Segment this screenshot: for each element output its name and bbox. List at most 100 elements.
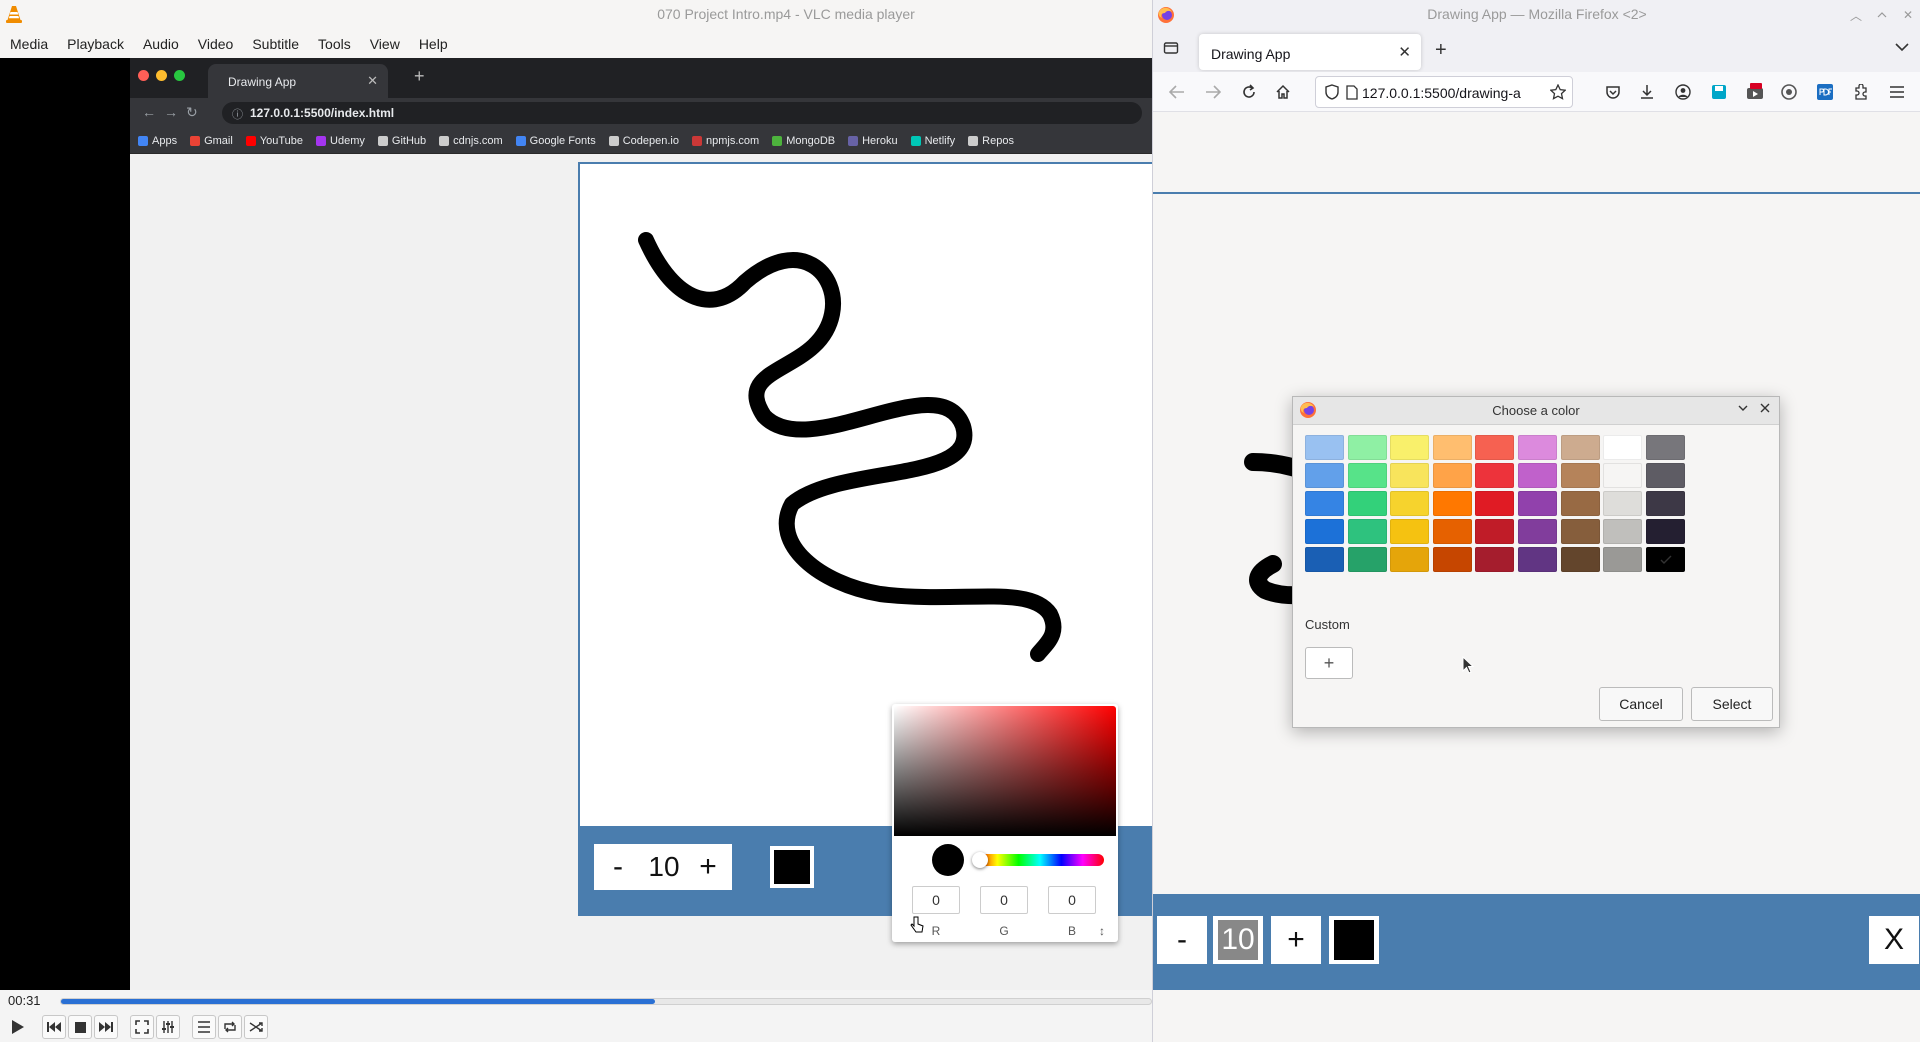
firefox-titlebar[interactable]: Drawing App — Mozilla Firefox <2> ︿ ✕ [1153,0,1920,30]
palette-swatch[interactable] [1560,547,1600,572]
palette-swatch[interactable] [1390,435,1430,460]
url-bar[interactable]: 127.0.0.1:5500/drawing-a [1315,76,1573,108]
palette-swatch[interactable] [1347,547,1387,572]
extensions-puzzle-icon[interactable] [1851,82,1871,102]
palette-swatch[interactable] [1475,491,1515,516]
menu-view[interactable]: View [364,31,406,57]
palette-swatch[interactable] [1603,519,1643,544]
palette-swatch[interactable] [1560,463,1600,488]
palette-swatch[interactable] [1475,463,1515,488]
palette-swatch[interactable] [1347,519,1387,544]
palette-swatch[interactable] [1347,435,1387,460]
palette-swatch[interactable] [1305,491,1344,516]
palette-swatch[interactable] [1603,463,1643,488]
palette-swatch[interactable] [1432,519,1472,544]
extended-settings-button[interactable] [156,1015,180,1039]
firefox-view-icon[interactable] [1163,40,1179,56]
palette-swatch[interactable] [1645,435,1685,460]
seek-slider[interactable] [60,998,1152,1005]
dialog-close-icon[interactable] [1759,402,1771,414]
menu-help[interactable]: Help [413,31,454,57]
select-button[interactable]: Select [1691,687,1773,721]
playlist-button[interactable] [192,1015,216,1039]
save-extension-icon[interactable] [1709,82,1729,102]
palette-swatch[interactable] [1475,519,1515,544]
palette-swatch[interactable] [1560,435,1600,460]
palette-swatch[interactable] [1645,463,1685,488]
vlc-titlebar[interactable] [0,0,1152,30]
palette-swatch[interactable] [1347,463,1387,488]
stop-button[interactable] [68,1015,92,1039]
cancel-button[interactable]: Cancel [1599,687,1683,721]
palette-swatch[interactable] [1603,435,1643,460]
list-all-tabs-icon[interactable] [1895,42,1909,52]
palette-swatch[interactable] [1518,491,1557,516]
palette-swatch[interactable] [1518,463,1557,488]
forward-icon[interactable] [1203,82,1223,102]
reload-icon[interactable] [1239,82,1259,102]
video-extension-icon[interactable] [1745,82,1765,102]
menu-video[interactable]: Video [192,31,240,57]
menu-media[interactable]: Media [4,31,54,57]
pocket-icon[interactable] [1603,82,1623,102]
palette-swatch[interactable] [1305,547,1344,572]
menu-audio[interactable]: Audio [137,31,185,57]
hamburger-menu-icon[interactable] [1887,82,1907,102]
loop-button[interactable] [218,1015,242,1039]
next-button[interactable] [94,1015,118,1039]
add-custom-color-button[interactable]: + [1305,647,1353,679]
palette-swatch[interactable] [1432,491,1472,516]
palette-swatch[interactable] [1475,435,1515,460]
menu-tools[interactable]: Tools [312,31,357,57]
menu-subtitle[interactable]: Subtitle [246,31,305,57]
palette-swatch[interactable] [1603,547,1643,572]
play-button[interactable] [6,1015,30,1039]
previous-button[interactable] [42,1015,66,1039]
privacy-extension-icon[interactable] [1779,82,1799,102]
page-info-icon[interactable] [1342,82,1362,102]
palette-swatch[interactable] [1603,491,1643,516]
account-icon[interactable] [1673,82,1693,102]
increase-size-button[interactable]: + [1271,916,1321,964]
bookmark-star-icon[interactable] [1548,82,1568,102]
dialog-minimize-icon[interactable] [1737,402,1749,414]
window-minimize-icon[interactable]: ︿ [1843,4,1869,26]
home-icon[interactable] [1273,82,1293,102]
pdf-extension-icon[interactable] [1815,82,1835,102]
firefox-newtab-icon[interactable]: + [1435,39,1447,62]
color-input[interactable] [1329,916,1379,964]
palette-swatch[interactable] [1305,519,1344,544]
fullscreen-button[interactable] [130,1015,154,1039]
firefox-tab-close-icon[interactable]: ✕ [1398,43,1411,61]
palette-swatch[interactable] [1432,463,1472,488]
menu-playback[interactable]: Playback [61,31,130,57]
palette-swatch[interactable] [1390,547,1430,572]
back-icon[interactable] [1167,82,1187,102]
palette-swatch[interactable] [1390,463,1430,488]
clear-canvas-button[interactable]: X [1869,916,1919,964]
palette-swatch-selected[interactable] [1645,547,1685,572]
firefox-active-tab[interactable]: Drawing App ✕ [1199,34,1421,70]
palette-swatch[interactable] [1390,491,1430,516]
palette-swatch[interactable] [1390,519,1430,544]
palette-swatch[interactable] [1645,491,1685,516]
palette-swatch[interactable] [1645,519,1685,544]
random-button[interactable] [244,1015,268,1039]
dialog-titlebar[interactable]: Choose a color [1293,397,1779,425]
decrease-size-button[interactable]: - [1157,916,1207,964]
palette-swatch[interactable] [1518,435,1557,460]
downloads-icon[interactable] [1637,82,1657,102]
window-maximize-icon[interactable] [1869,4,1895,26]
palette-swatch[interactable] [1305,463,1344,488]
palette-swatch[interactable] [1518,547,1557,572]
video-frame[interactable]: Drawing App ✕ + ← → ↻ ⓘ 127.0.0.1:5500/i… [0,58,1152,990]
window-close-icon[interactable]: ✕ [1895,4,1920,26]
palette-swatch[interactable] [1305,435,1344,460]
palette-swatch[interactable] [1518,519,1557,544]
palette-swatch[interactable] [1560,519,1600,544]
palette-swatch[interactable] [1432,547,1472,572]
palette-swatch[interactable] [1475,547,1515,572]
palette-swatch[interactable] [1560,491,1600,516]
palette-swatch[interactable] [1432,435,1472,460]
palette-swatch[interactable] [1347,491,1387,516]
